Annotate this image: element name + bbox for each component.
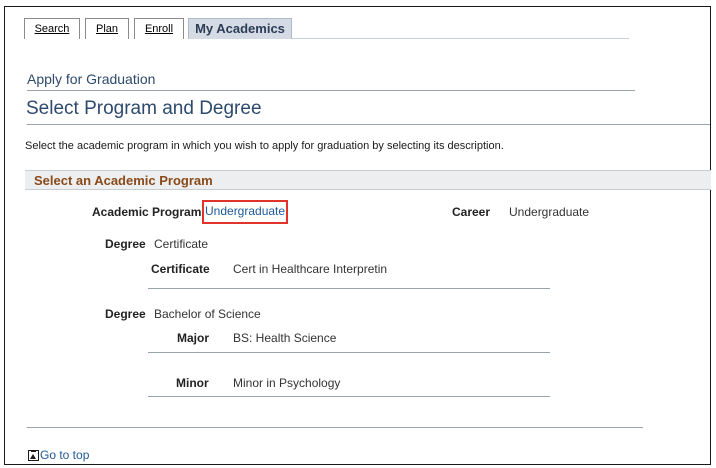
- academic-program-label: Academic Program: [92, 205, 202, 219]
- tab-enroll[interactable]: Enroll: [134, 18, 184, 39]
- academic-program-link[interactable]: Undergraduate: [205, 204, 285, 218]
- subtitle-divider: [27, 90, 635, 91]
- divider: [148, 396, 550, 397]
- degree-value: Bachelor of Science: [154, 307, 261, 321]
- tab-my-academics-label: My Academics: [195, 21, 285, 36]
- minor-label: Minor: [176, 376, 209, 390]
- tab-search[interactable]: Search: [24, 18, 80, 39]
- go-to-top-label: Go to top: [40, 448, 90, 462]
- page-title: Select Program and Degree: [26, 98, 262, 119]
- tab-enroll-label: Enroll: [144, 23, 174, 35]
- tab-plan-label: Plan: [95, 23, 119, 35]
- degree-label: Degree: [105, 307, 146, 321]
- divider: [148, 352, 550, 353]
- section-title: Select an Academic Program: [34, 173, 213, 188]
- go-to-top-icon: [28, 449, 39, 461]
- degree-label: Degree: [105, 237, 146, 251]
- tab-plan[interactable]: Plan: [85, 18, 129, 39]
- tab-divider: [292, 38, 629, 39]
- career-value: Undergraduate: [509, 205, 590, 219]
- tab-my-academics[interactable]: My Academics: [188, 18, 292, 39]
- certificate-label: Certificate: [151, 262, 210, 276]
- major-label: Major: [177, 331, 210, 345]
- instructions-text: Select the academic program in which you…: [25, 140, 504, 152]
- title-divider: [27, 124, 710, 125]
- section-header: Select an Academic Program: [25, 170, 711, 190]
- certificate-value: Cert in Healthcare Interpretin: [233, 262, 388, 276]
- divider: [148, 288, 550, 289]
- go-to-top-link[interactable]: Go to top: [28, 448, 89, 462]
- minor-value: Minor in Psychology: [233, 376, 341, 390]
- degree-value: Certificate: [154, 237, 209, 251]
- career-label: Career: [452, 205, 491, 219]
- major-value: BS: Health Science: [233, 331, 337, 345]
- footer-divider: [27, 427, 643, 428]
- tab-search-label: Search: [34, 23, 70, 35]
- page-subtitle: Apply for Graduation: [27, 71, 156, 87]
